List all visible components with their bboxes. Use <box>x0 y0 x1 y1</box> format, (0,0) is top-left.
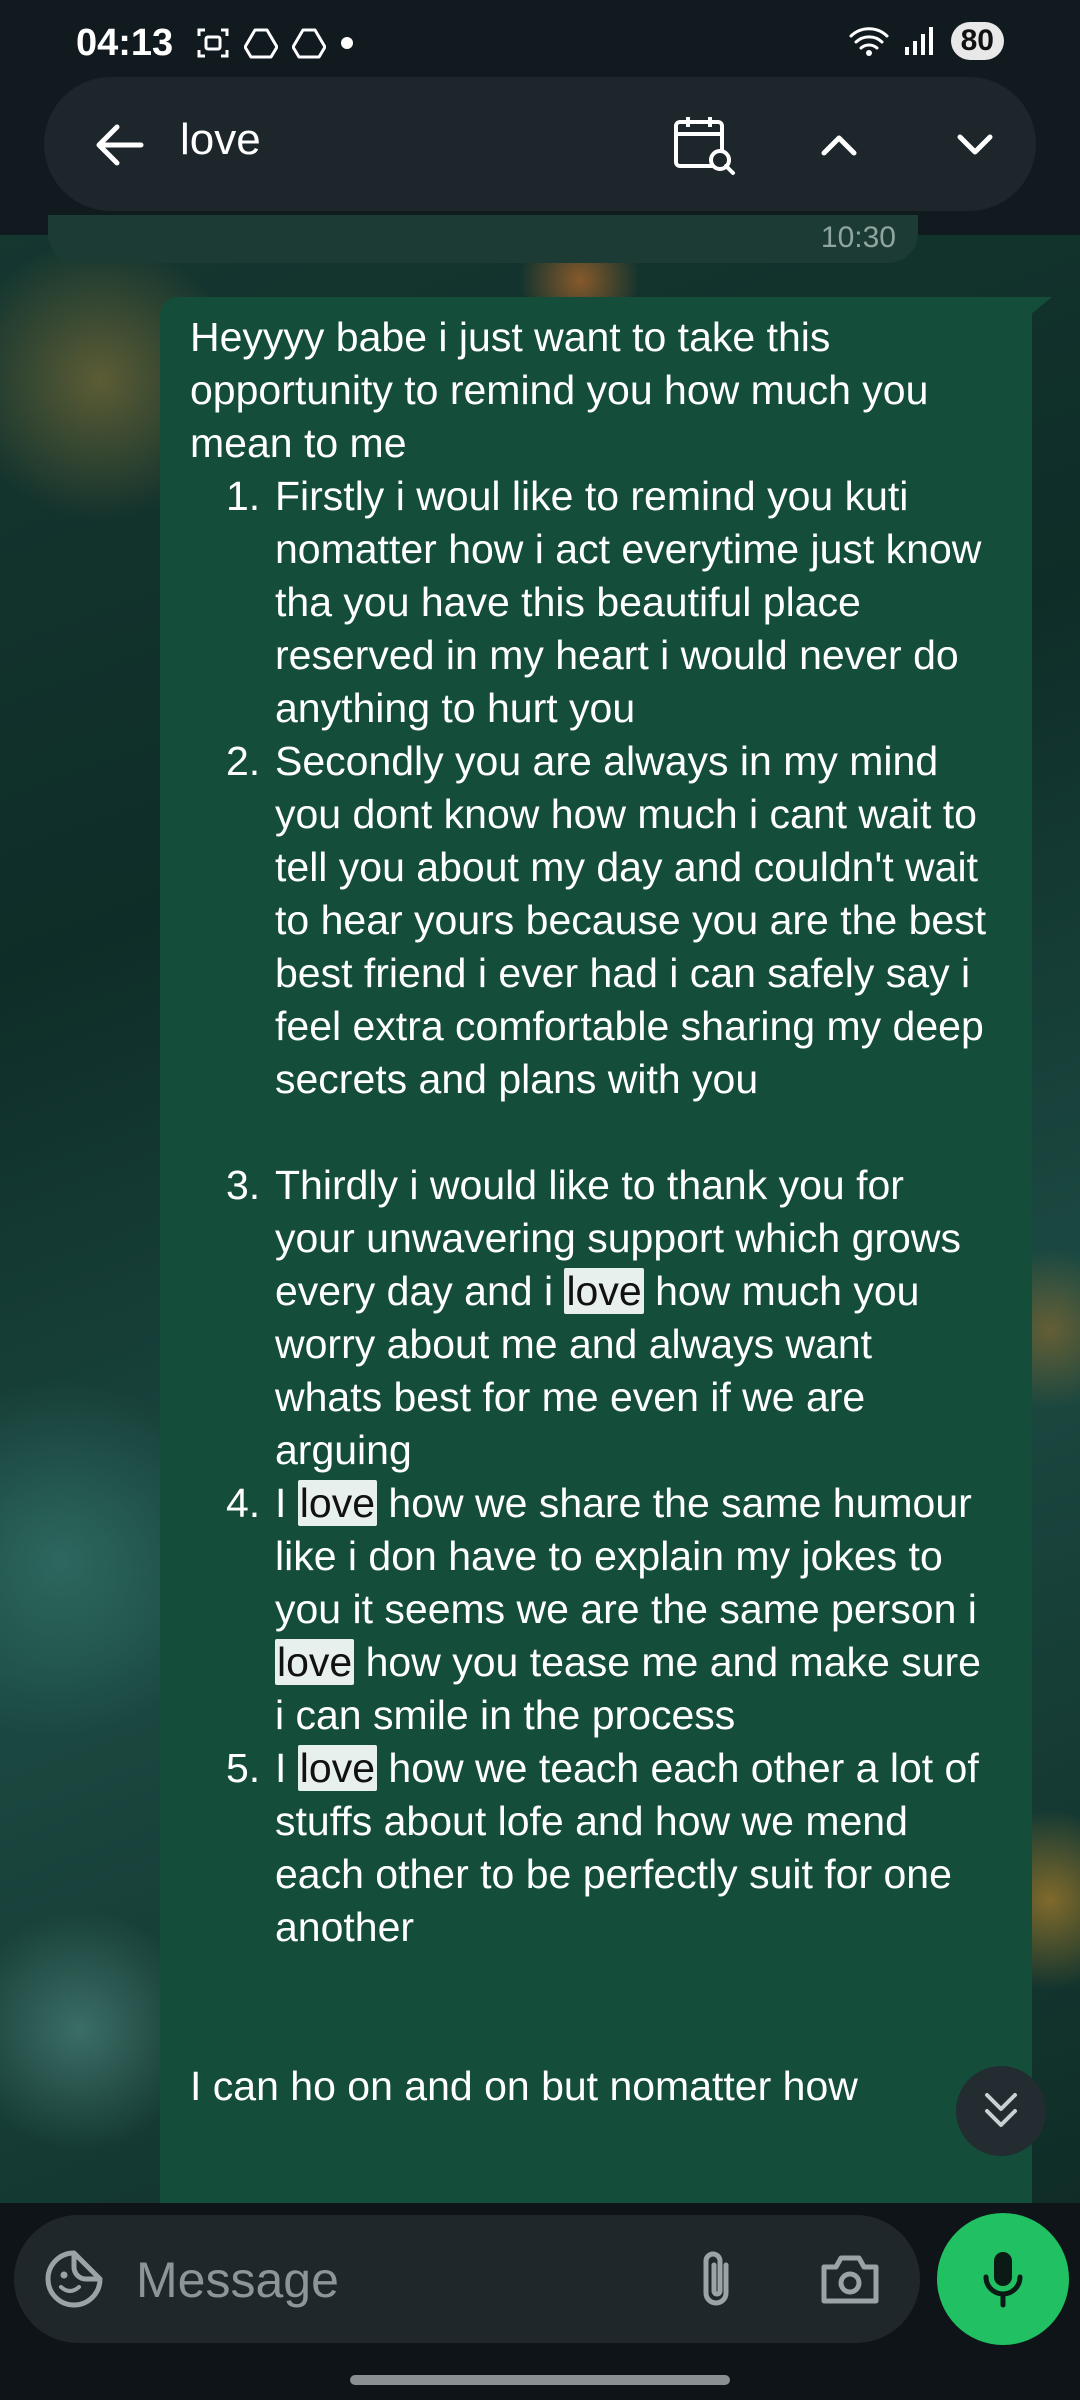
search-by-date-button[interactable] <box>664 107 744 183</box>
list-number: 2. <box>226 738 261 784</box>
wifi-icon <box>849 25 889 57</box>
signal-icon <box>903 25 937 57</box>
camera-icon <box>820 2253 880 2305</box>
search-highlight: love <box>275 1639 355 1685</box>
scroll-to-bottom-button[interactable] <box>956 2066 1046 2156</box>
search-highlight: love <box>564 1268 644 1314</box>
notification-icons <box>196 26 354 60</box>
dot-icon <box>340 36 354 50</box>
attach-button[interactable] <box>680 2243 752 2315</box>
gesture-navigation-bar[interactable] <box>350 2375 730 2385</box>
message-bubble[interactable]: Heyyyy babe i just want to take this opp… <box>160 297 1032 2203</box>
previous-result-button[interactable] <box>804 107 874 183</box>
message-intro: Heyyyy babe i just want to take this opp… <box>190 314 929 466</box>
camera-button[interactable] <box>814 2243 886 2315</box>
list-text: Firstly i woul like to remind you kuti n… <box>275 473 982 731</box>
list-number: 4. <box>226 1480 261 1526</box>
list-text: I <box>275 1480 298 1526</box>
list-text: I <box>275 1745 298 1791</box>
list-text: how you tease me and make sure i can smi… <box>275 1639 981 1738</box>
list-item: 5. I love how we teach each other a lot … <box>190 1742 990 1954</box>
emoji-sticker-icon <box>44 2249 104 2309</box>
emoji-button[interactable] <box>40 2245 108 2313</box>
list-item: 1. Firstly i woul like to remind you kut… <box>190 470 990 735</box>
message-outro: I can ho on and on but nomatter how <box>190 2063 858 2109</box>
list-item: 4. I love how we share the same humour l… <box>190 1477 990 1742</box>
voice-message-button[interactable] <box>937 2213 1069 2345</box>
system-icons: 80 <box>849 22 1004 60</box>
message-time: 10:30 <box>820 221 896 254</box>
chevron-down-icon <box>955 132 995 158</box>
back-arrow-icon <box>93 123 145 167</box>
message-text: Heyyyy babe i just want to take this opp… <box>190 311 990 2113</box>
previous-message-bubble[interactable]: 10:30 <box>48 215 918 263</box>
status-bar: 04:13 80 <box>0 0 1080 80</box>
bubble-tail <box>1030 297 1052 315</box>
mic-icon <box>981 2249 1025 2309</box>
search-bar: love <box>44 77 1036 211</box>
list-text: Secondly you are always in my mind you d… <box>275 738 987 1102</box>
message-input[interactable] <box>134 2237 678 2323</box>
list-text: how we teach each other a lot of stuffs … <box>275 1745 979 1950</box>
attach-icon <box>696 2249 736 2309</box>
list-number: 3. <box>226 1162 261 1208</box>
message-composer <box>14 2215 920 2343</box>
list-item: 2. Secondly you are always in my mind yo… <box>190 735 990 1106</box>
calendar-search-icon <box>672 114 736 176</box>
battery-indicator: 80 <box>950 22 1004 60</box>
back-button[interactable] <box>84 110 154 180</box>
double-chevron-down-icon <box>981 2089 1021 2133</box>
chevron-up-icon <box>819 132 859 158</box>
search-highlight: love <box>297 1480 378 1526</box>
status-time: 04:13 <box>76 22 174 64</box>
drive-icon <box>244 27 278 59</box>
list-item: 3. Thirdly i would like to thank you for… <box>190 1159 990 1477</box>
next-result-button[interactable] <box>940 107 1010 183</box>
drive-icon <box>292 27 326 59</box>
search-query[interactable]: love <box>180 115 261 165</box>
list-number: 1. <box>226 473 261 519</box>
message-list: 1. Firstly i woul like to remind you kut… <box>190 470 990 1954</box>
list-number: 5. <box>226 1745 261 1791</box>
list-text: how we share the same humour like i don … <box>275 1480 977 1632</box>
search-highlight: love <box>297 1745 378 1791</box>
screenshot-icon <box>196 26 230 60</box>
